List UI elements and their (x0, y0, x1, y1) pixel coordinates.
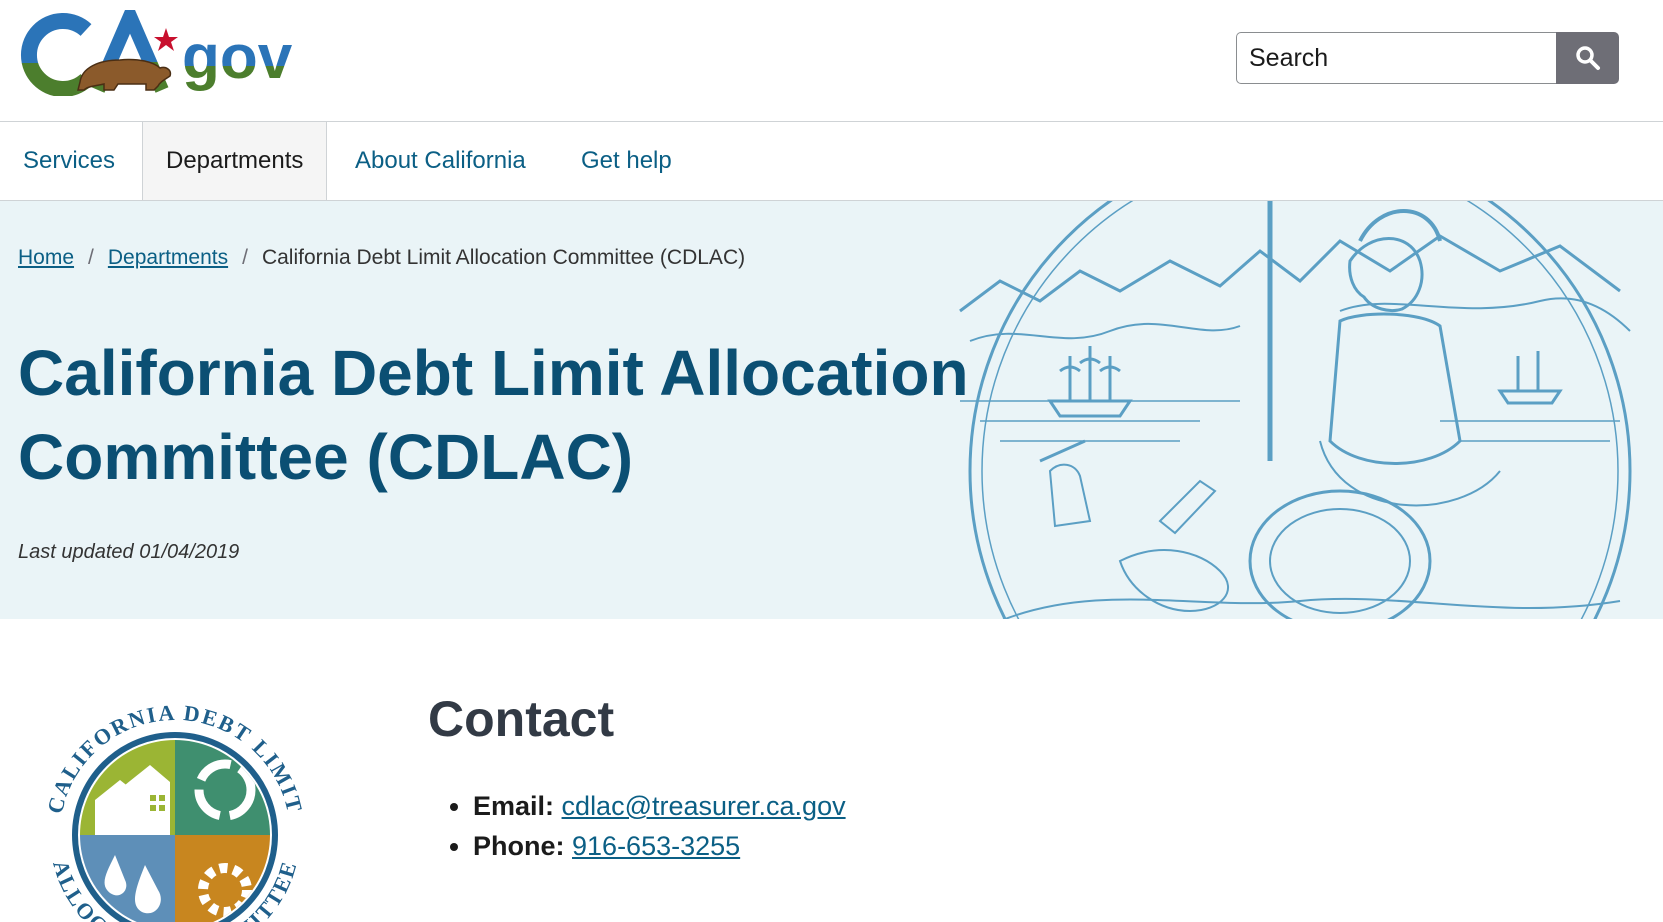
search-input[interactable] (1236, 32, 1556, 84)
breadcrumb-departments-link[interactable]: Departments (108, 246, 228, 269)
breadcrumb-separator: / (88, 246, 94, 269)
last-updated: Last updated 01/04/2019 (18, 541, 240, 563)
search-form (1236, 32, 1619, 84)
contact-phone-item: Phone: 916-653-3255 (473, 830, 846, 862)
site-header: gov (0, 0, 1663, 122)
breadcrumb-home-link[interactable]: Home (18, 246, 74, 269)
nav-item-about-california[interactable]: About California (332, 122, 549, 200)
nav-item-departments[interactable]: Departments (142, 122, 328, 200)
cdlac-logo: CALIFORNIA DEBT LIMIT ALLOCATION COMMITT… (42, 700, 306, 922)
email-link[interactable]: cdlac@treasurer.ca.gov (562, 791, 846, 821)
contact-email-item: Email: cdlac@treasurer.ca.gov (473, 790, 846, 822)
nav-item-get-help[interactable]: Get help (558, 122, 695, 200)
breadcrumb-separator: / (242, 246, 248, 269)
breadcrumb: Home / Departments / California Debt Limit A… (18, 246, 745, 270)
svg-text:gov: gov (182, 23, 293, 92)
main-nav: Services Departments About California Ge… (0, 122, 1663, 201)
hero-banner: Home / Departments / California Debt Limit A… (0, 201, 1663, 619)
ca-gov-logo[interactable]: gov (20, 0, 310, 101)
search-icon (1575, 46, 1600, 70)
page-title: California Debt Limit Allocation Committ… (18, 337, 969, 493)
search-button[interactable] (1556, 32, 1619, 84)
nav-item-services[interactable]: Services (0, 122, 138, 200)
breadcrumb-current: California Debt Limit Allocation Committ… (261, 246, 746, 269)
contact-list: Email: cdlac@treasurer.ca.gov Phone: 916… (448, 790, 846, 870)
email-label: Email: (473, 791, 555, 821)
phone-label: Phone: (473, 831, 565, 861)
phone-link[interactable]: 916-653-3255 (572, 831, 740, 861)
contact-heading: Contact (428, 691, 615, 747)
